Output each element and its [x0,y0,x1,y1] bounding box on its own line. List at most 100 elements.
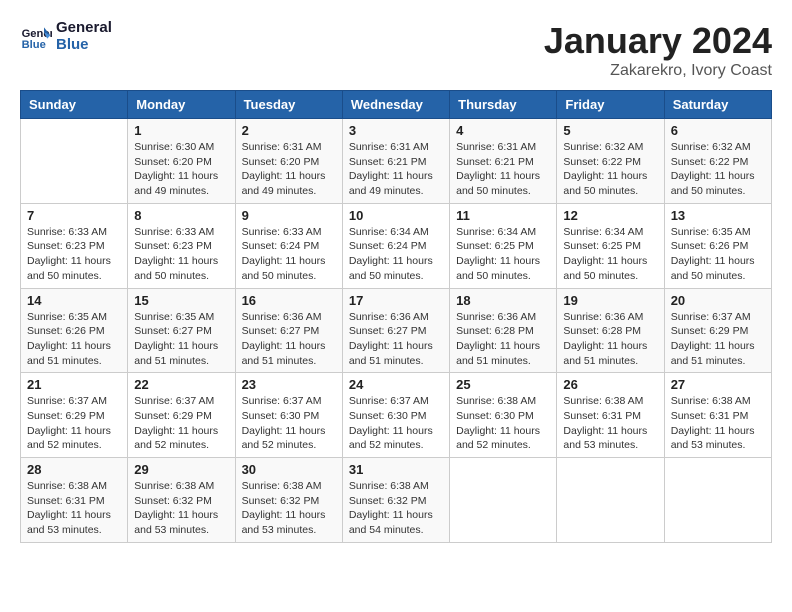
day-number: 31 [349,462,443,477]
page-header: General Blue General Blue January 2024 Z… [20,20,772,80]
week-row-1: 1 Sunrise: 6:30 AMSunset: 6:20 PMDayligh… [21,119,772,204]
day-detail: Sunrise: 6:38 AMSunset: 6:32 PMDaylight:… [134,479,228,538]
logo: General Blue General Blue [20,20,112,53]
day-number: 18 [456,293,550,308]
day-cell-4: 4 Sunrise: 6:31 AMSunset: 6:21 PMDayligh… [450,119,557,204]
day-cell-29: 29 Sunrise: 6:38 AMSunset: 6:32 PMDaylig… [128,458,235,543]
day-detail: Sunrise: 6:36 AMSunset: 6:27 PMDaylight:… [242,310,336,369]
day-number: 15 [134,293,228,308]
day-number: 21 [27,377,121,392]
day-detail: Sunrise: 6:37 AMSunset: 6:29 PMDaylight:… [27,394,121,453]
day-cell-16: 16 Sunrise: 6:36 AMSunset: 6:27 PMDaylig… [235,288,342,373]
day-cell-26: 26 Sunrise: 6:38 AMSunset: 6:31 PMDaylig… [557,373,664,458]
empty-cell [21,119,128,204]
logo-line1: General [56,20,112,37]
day-detail: Sunrise: 6:35 AMSunset: 6:27 PMDaylight:… [134,310,228,369]
empty-cell [450,458,557,543]
day-number: 4 [456,123,550,138]
day-detail: Sunrise: 6:38 AMSunset: 6:31 PMDaylight:… [563,394,657,453]
day-number: 19 [563,293,657,308]
day-detail: Sunrise: 6:33 AMSunset: 6:23 PMDaylight:… [27,225,121,284]
day-detail: Sunrise: 6:37 AMSunset: 6:30 PMDaylight:… [242,394,336,453]
day-detail: Sunrise: 6:37 AMSunset: 6:29 PMDaylight:… [671,310,765,369]
day-detail: Sunrise: 6:34 AMSunset: 6:24 PMDaylight:… [349,225,443,284]
day-cell-9: 9 Sunrise: 6:33 AMSunset: 6:24 PMDayligh… [235,203,342,288]
logo-line2: Blue [56,37,112,54]
day-cell-1: 1 Sunrise: 6:30 AMSunset: 6:20 PMDayligh… [128,119,235,204]
day-detail: Sunrise: 6:38 AMSunset: 6:30 PMDaylight:… [456,394,550,453]
week-row-5: 28 Sunrise: 6:38 AMSunset: 6:31 PMDaylig… [21,458,772,543]
day-number: 3 [349,123,443,138]
day-cell-21: 21 Sunrise: 6:37 AMSunset: 6:29 PMDaylig… [21,373,128,458]
day-cell-12: 12 Sunrise: 6:34 AMSunset: 6:25 PMDaylig… [557,203,664,288]
svg-text:Blue: Blue [22,39,46,51]
day-detail: Sunrise: 6:38 AMSunset: 6:32 PMDaylight:… [242,479,336,538]
header-day-sunday: Sunday [21,91,128,119]
day-number: 25 [456,377,550,392]
header-day-friday: Friday [557,91,664,119]
day-cell-18: 18 Sunrise: 6:36 AMSunset: 6:28 PMDaylig… [450,288,557,373]
empty-cell [664,458,771,543]
day-cell-30: 30 Sunrise: 6:38 AMSunset: 6:32 PMDaylig… [235,458,342,543]
day-detail: Sunrise: 6:37 AMSunset: 6:30 PMDaylight:… [349,394,443,453]
day-cell-3: 3 Sunrise: 6:31 AMSunset: 6:21 PMDayligh… [342,119,449,204]
day-number: 22 [134,377,228,392]
day-number: 14 [27,293,121,308]
day-cell-25: 25 Sunrise: 6:38 AMSunset: 6:30 PMDaylig… [450,373,557,458]
day-detail: Sunrise: 6:37 AMSunset: 6:29 PMDaylight:… [134,394,228,453]
week-row-3: 14 Sunrise: 6:35 AMSunset: 6:26 PMDaylig… [21,288,772,373]
header-day-monday: Monday [128,91,235,119]
day-detail: Sunrise: 6:31 AMSunset: 6:21 PMDaylight:… [349,140,443,199]
day-number: 8 [134,208,228,223]
day-cell-23: 23 Sunrise: 6:37 AMSunset: 6:30 PMDaylig… [235,373,342,458]
day-detail: Sunrise: 6:30 AMSunset: 6:20 PMDaylight:… [134,140,228,199]
day-cell-14: 14 Sunrise: 6:35 AMSunset: 6:26 PMDaylig… [21,288,128,373]
day-detail: Sunrise: 6:31 AMSunset: 6:20 PMDaylight:… [242,140,336,199]
day-number: 7 [27,208,121,223]
day-cell-2: 2 Sunrise: 6:31 AMSunset: 6:20 PMDayligh… [235,119,342,204]
header-day-thursday: Thursday [450,91,557,119]
calendar-header-row: SundayMondayTuesdayWednesdayThursdayFrid… [21,91,772,119]
day-number: 30 [242,462,336,477]
day-detail: Sunrise: 6:35 AMSunset: 6:26 PMDaylight:… [671,225,765,284]
day-cell-11: 11 Sunrise: 6:34 AMSunset: 6:25 PMDaylig… [450,203,557,288]
day-cell-6: 6 Sunrise: 6:32 AMSunset: 6:22 PMDayligh… [664,119,771,204]
day-cell-15: 15 Sunrise: 6:35 AMSunset: 6:27 PMDaylig… [128,288,235,373]
day-cell-8: 8 Sunrise: 6:33 AMSunset: 6:23 PMDayligh… [128,203,235,288]
day-cell-24: 24 Sunrise: 6:37 AMSunset: 6:30 PMDaylig… [342,373,449,458]
day-cell-31: 31 Sunrise: 6:38 AMSunset: 6:32 PMDaylig… [342,458,449,543]
day-cell-5: 5 Sunrise: 6:32 AMSunset: 6:22 PMDayligh… [557,119,664,204]
day-detail: Sunrise: 6:38 AMSunset: 6:31 PMDaylight:… [671,394,765,453]
day-number: 20 [671,293,765,308]
day-number: 27 [671,377,765,392]
day-detail: Sunrise: 6:32 AMSunset: 6:22 PMDaylight:… [563,140,657,199]
day-detail: Sunrise: 6:36 AMSunset: 6:27 PMDaylight:… [349,310,443,369]
day-number: 17 [349,293,443,308]
day-number: 16 [242,293,336,308]
day-cell-10: 10 Sunrise: 6:34 AMSunset: 6:24 PMDaylig… [342,203,449,288]
day-number: 23 [242,377,336,392]
day-number: 10 [349,208,443,223]
day-cell-19: 19 Sunrise: 6:36 AMSunset: 6:28 PMDaylig… [557,288,664,373]
day-detail: Sunrise: 6:34 AMSunset: 6:25 PMDaylight:… [563,225,657,284]
day-number: 6 [671,123,765,138]
day-number: 12 [563,208,657,223]
day-detail: Sunrise: 6:38 AMSunset: 6:31 PMDaylight:… [27,479,121,538]
day-number: 28 [27,462,121,477]
day-number: 13 [671,208,765,223]
day-number: 9 [242,208,336,223]
title-block: January 2024 Zakarekro, Ivory Coast [544,20,772,80]
week-row-4: 21 Sunrise: 6:37 AMSunset: 6:29 PMDaylig… [21,373,772,458]
empty-cell [557,458,664,543]
day-detail: Sunrise: 6:32 AMSunset: 6:22 PMDaylight:… [671,140,765,199]
calendar-title: January 2024 [544,20,772,62]
day-detail: Sunrise: 6:36 AMSunset: 6:28 PMDaylight:… [456,310,550,369]
day-number: 5 [563,123,657,138]
day-detail: Sunrise: 6:33 AMSunset: 6:24 PMDaylight:… [242,225,336,284]
day-detail: Sunrise: 6:31 AMSunset: 6:21 PMDaylight:… [456,140,550,199]
day-number: 1 [134,123,228,138]
day-number: 26 [563,377,657,392]
week-row-2: 7 Sunrise: 6:33 AMSunset: 6:23 PMDayligh… [21,203,772,288]
day-detail: Sunrise: 6:36 AMSunset: 6:28 PMDaylight:… [563,310,657,369]
day-detail: Sunrise: 6:34 AMSunset: 6:25 PMDaylight:… [456,225,550,284]
